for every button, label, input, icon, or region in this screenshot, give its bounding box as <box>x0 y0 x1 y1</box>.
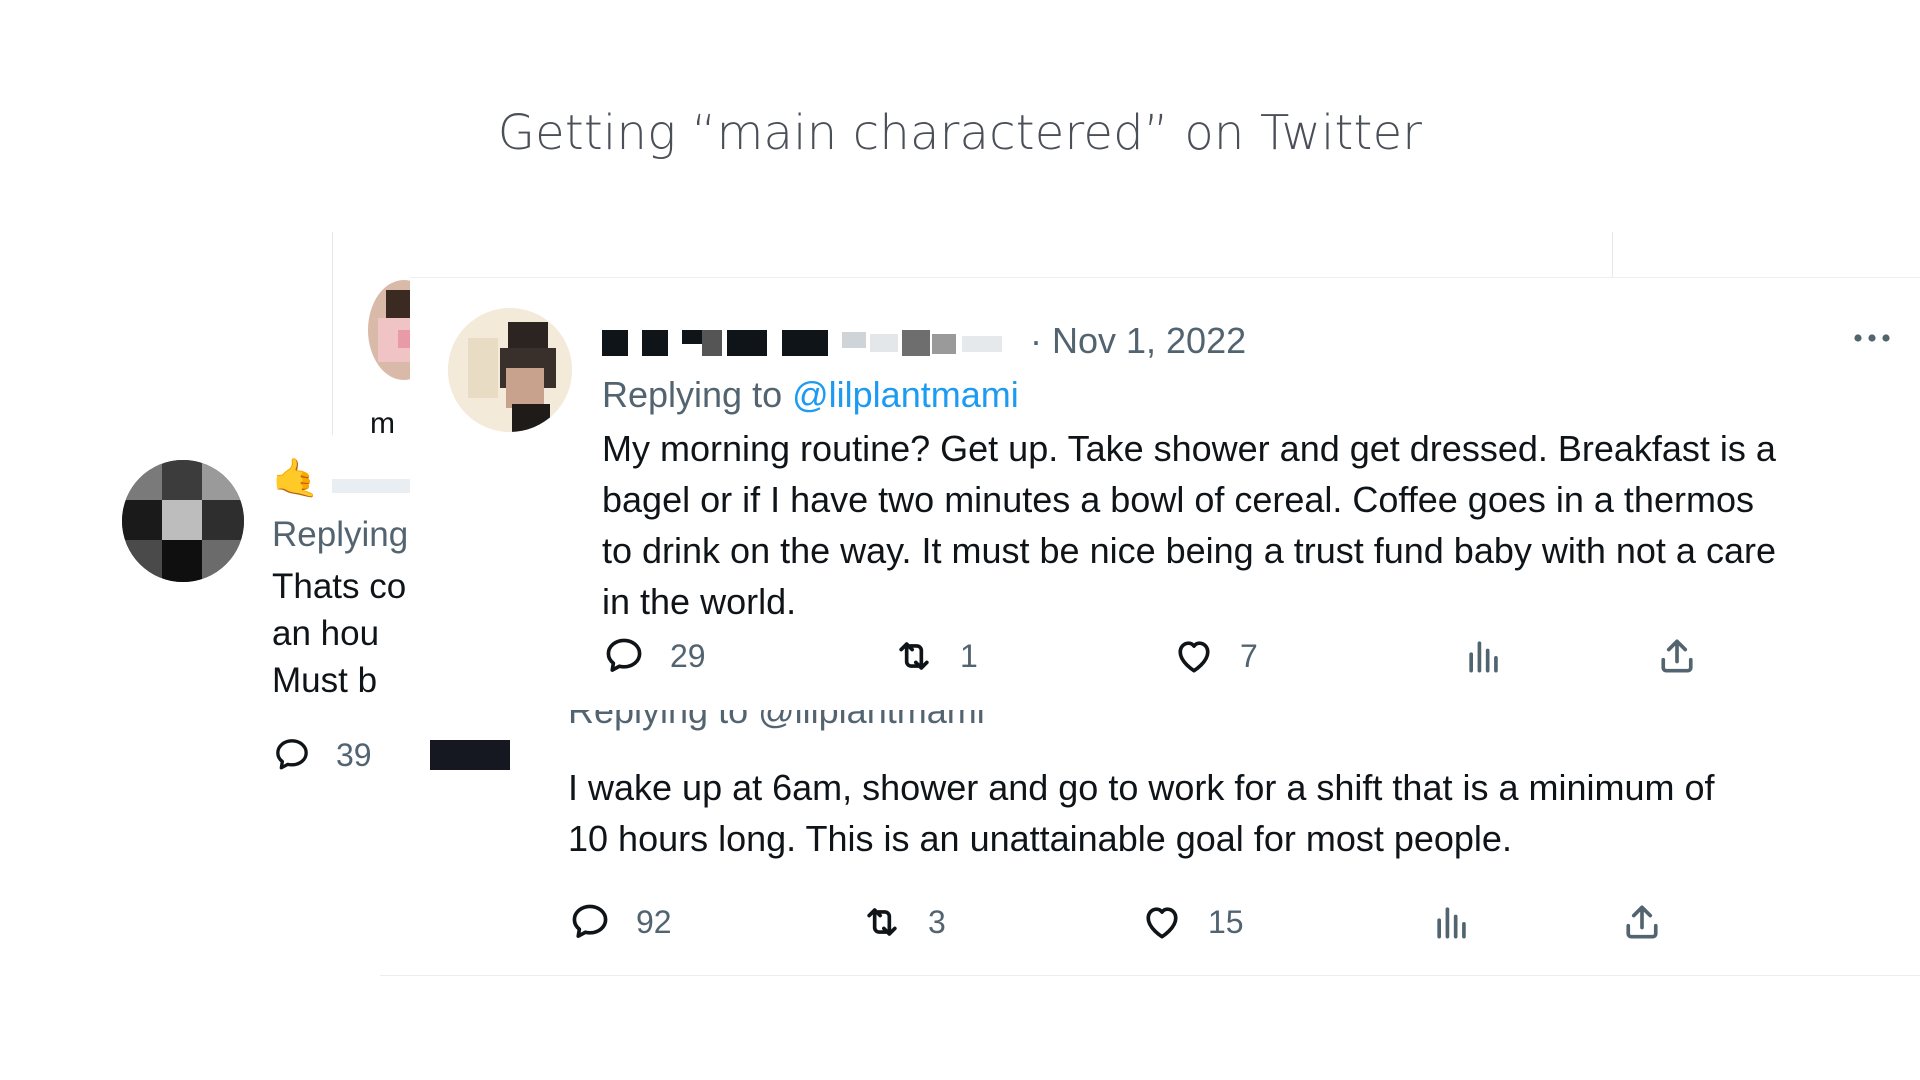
text-line: Thats co <box>272 567 407 606</box>
retweet-action[interactable]: 3 <box>860 900 946 944</box>
tweet-date[interactable]: · Nov 1, 2022 <box>1030 320 1246 362</box>
main-tweet: · Nov 1, 2022 Replying to @lilplantmami … <box>410 278 1920 710</box>
avatar[interactable] <box>430 740 510 770</box>
slide-title: Getting “main charactered” on Twitter <box>497 105 1423 161</box>
replying-handle[interactable]: @lilplantmami <box>792 374 1019 415</box>
back-tweet-left: 🤙 Replying Thats co an hou Must b 39 <box>110 435 410 775</box>
more-dots-icon[interactable] <box>1850 328 1894 353</box>
tweet-text: I wake up at 6am, shower and go to work … <box>568 762 1715 864</box>
back-tweet-text: Thats co an hou Must b <box>272 563 406 704</box>
text-line: Must b <box>272 661 378 700</box>
views-action[interactable] <box>1430 900 1474 944</box>
like-count: 7 <box>1240 637 1258 674</box>
views-action[interactable] <box>1462 634 1506 678</box>
like-action[interactable]: 7 <box>1172 634 1258 678</box>
tweet-text: My morning routine? Get up. Take shower … <box>602 423 1776 627</box>
retweet-icon <box>867 908 897 936</box>
speech-bubble-icon <box>276 739 308 770</box>
reply-action[interactable]: 29 <box>602 634 706 678</box>
text-line: I wake up at 6am, shower and go to work … <box>568 767 1715 808</box>
share-action[interactable] <box>1655 634 1699 678</box>
reply-action[interactable]: 39 <box>272 735 372 775</box>
like-count: 15 <box>1208 903 1244 940</box>
avatar[interactable] <box>122 460 244 582</box>
blurred-username <box>332 479 410 493</box>
speech-bubble-icon <box>606 638 642 672</box>
replying-prefix: Replying to <box>602 374 783 415</box>
bar-chart-icon <box>1437 907 1466 939</box>
replying-fragment: Replying to @lilplantmami <box>568 710 985 731</box>
divider <box>380 975 1920 976</box>
retweet-action[interactable]: 1 <box>892 634 978 678</box>
retweet-count: 3 <box>928 903 946 940</box>
text-line: to drink on the way. It must be nice bei… <box>602 530 1776 571</box>
retweet-count: 1 <box>960 637 978 674</box>
text-line: My morning routine? Get up. Take shower … <box>602 428 1776 469</box>
heart-icon <box>1146 907 1178 939</box>
like-action[interactable]: 15 <box>1140 900 1244 944</box>
replying-label: Replying <box>272 515 409 554</box>
bottom-tweet: Replying to @lilplantmami I wake up at 6… <box>380 710 1920 980</box>
reply-count: 39 <box>336 736 372 773</box>
share-action[interactable] <box>1620 900 1664 944</box>
reply-count: 29 <box>670 637 706 674</box>
text-line: in the world. <box>602 581 797 622</box>
call-me-hand-emoji: 🤙 <box>272 458 320 500</box>
redacted-username <box>602 324 1022 360</box>
heart-icon <box>1178 641 1210 673</box>
retweet-icon <box>899 642 929 670</box>
replying-to: Replying to @lilplantmami <box>602 374 1019 416</box>
back-frame-vertical-line <box>332 232 333 437</box>
share-upload-icon <box>1626 905 1658 939</box>
reply-action[interactable]: 92 <box>568 900 672 944</box>
share-upload-icon <box>1661 639 1693 673</box>
bar-chart-icon <box>1469 641 1498 673</box>
text-line: an hou <box>272 614 380 653</box>
text-line: bagel or if I have two minutes a bowl of… <box>602 479 1754 520</box>
speech-bubble-icon <box>572 904 608 938</box>
text-line: 10 hours long. This is an unattainable g… <box>568 818 1512 859</box>
reply-count: 92 <box>636 903 672 940</box>
avatar[interactable] <box>448 308 572 432</box>
back-frame-vertical-line-right <box>1612 232 1613 277</box>
